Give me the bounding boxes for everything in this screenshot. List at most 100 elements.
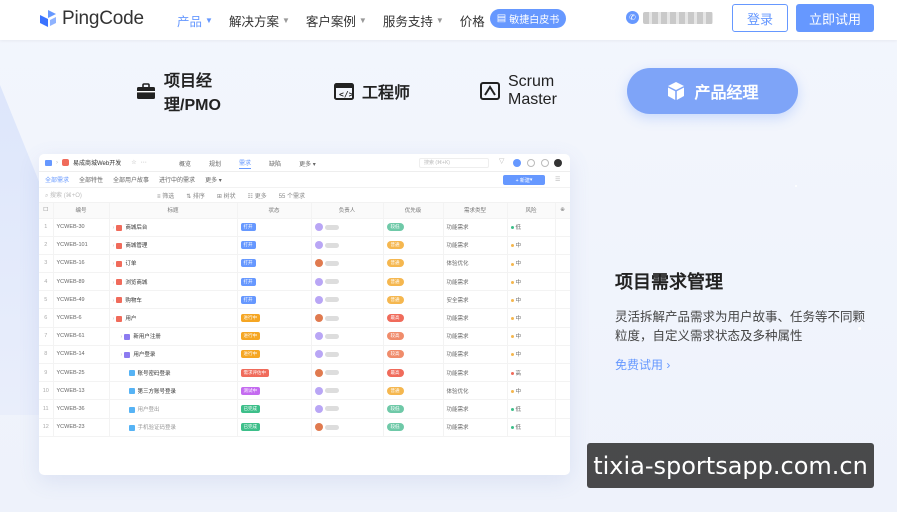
risk-cell[interactable]: 中: [507, 327, 556, 346]
filter-icon[interactable]: ▽: [499, 157, 507, 165]
assignee-cell[interactable]: [311, 254, 384, 274]
more-button[interactable]: ☷ 更多: [248, 191, 267, 200]
requirement-title-cell[interactable]: 用户登出: [109, 399, 238, 419]
expand-arrow-icon[interactable]: ›: [113, 316, 115, 322]
priority-cell[interactable]: 普通: [383, 381, 444, 401]
table-row[interactable]: 7 YCWEB-61 › 新用户注册 进行中 较高 功能需求中: [39, 327, 570, 346]
priority-cell[interactable]: 普通: [383, 272, 444, 292]
avatar[interactable]: [554, 159, 562, 167]
sort-button[interactable]: ⇅ 排序: [186, 191, 205, 200]
requirement-title-cell[interactable]: 手机验证码登录: [109, 418, 238, 437]
tab-engineer[interactable]: </> 工程师: [334, 68, 410, 114]
table-row[interactable]: 9 YCWEB-25 账号密码登录 需求评估中 最高 功能需求高: [39, 363, 570, 383]
status-cell[interactable]: 打开: [237, 254, 312, 274]
tab-more[interactable]: 更多 ▾: [299, 159, 316, 168]
requirement-title-cell[interactable]: › 商城管理: [109, 236, 238, 255]
tab-plan[interactable]: 规划: [209, 159, 221, 168]
requirement-title-cell[interactable]: › 订单: [109, 254, 238, 274]
table-row[interactable]: 11 YCWEB-36 用户登出 已完成 较低 功能需求低: [39, 399, 570, 419]
requirement-title-cell[interactable]: 第三方账号登录: [109, 381, 238, 401]
project-name[interactable]: 易成商城Web开发: [73, 158, 121, 167]
status-cell[interactable]: 打开: [237, 290, 312, 310]
column-header[interactable]: 编号: [53, 203, 110, 219]
assignee-cell[interactable]: [311, 345, 384, 365]
nav-item-products[interactable]: 产品 ▼: [177, 11, 213, 30]
select-all-checkbox[interactable]: ☐: [39, 203, 54, 219]
column-header[interactable]: 需求类型: [443, 203, 508, 219]
risk-cell[interactable]: 低: [507, 418, 556, 437]
table-row[interactable]: 6 YCWEB-6 › 用户 进行中 最高 功能需求中: [39, 308, 570, 328]
priority-cell[interactable]: 较低: [383, 218, 444, 237]
risk-cell[interactable]: 中: [507, 308, 556, 328]
requirement-title-cell[interactable]: 账号密码登录: [109, 363, 238, 383]
add-icon[interactable]: [513, 159, 521, 167]
filter-button[interactable]: ≡ 筛选: [157, 191, 174, 200]
requirement-title-cell[interactable]: › 用户: [109, 308, 238, 328]
column-header[interactable]: 状态: [237, 203, 312, 219]
requirement-title-cell[interactable]: › 商城后台: [109, 218, 238, 237]
priority-cell[interactable]: 较低: [383, 399, 444, 419]
view-all-requirements[interactable]: 全部需求: [45, 175, 69, 184]
view-all-stories[interactable]: 全部用户故事: [113, 175, 149, 184]
risk-cell[interactable]: 高: [507, 363, 556, 383]
assignee-cell[interactable]: [311, 290, 384, 310]
assignee-cell[interactable]: [311, 399, 384, 419]
status-cell[interactable]: 需求评估中: [237, 363, 312, 383]
status-cell[interactable]: 进行中: [237, 308, 312, 328]
view-more[interactable]: 更多 ▾: [205, 175, 222, 184]
assignee-cell[interactable]: [311, 308, 384, 328]
tree-button[interactable]: ⊞ 树状: [217, 191, 236, 200]
nav-item-cases[interactable]: 客户案例 ▼: [306, 11, 367, 30]
risk-cell[interactable]: 中: [507, 345, 556, 365]
table-row[interactable]: 5 YCWEB-49 › 购物车 打开 普通 安全需求中: [39, 290, 570, 310]
requirement-title-cell[interactable]: › 用户登录: [109, 345, 238, 365]
status-cell[interactable]: 打开: [237, 272, 312, 292]
logo[interactable]: PingCode: [38, 8, 144, 30]
priority-cell[interactable]: 最高: [383, 363, 444, 383]
column-header[interactable]: 风险: [507, 203, 556, 219]
priority-cell[interactable]: 较高: [383, 345, 444, 365]
column-header[interactable]: 标题: [109, 203, 238, 219]
assignee-cell[interactable]: [311, 272, 384, 292]
status-cell[interactable]: 进行中: [237, 327, 312, 346]
risk-cell[interactable]: 中: [507, 236, 556, 255]
priority-cell[interactable]: 普通: [383, 290, 444, 310]
status-cell[interactable]: 进行中: [237, 345, 312, 365]
new-requirement-button[interactable]: + 新建 ▾: [503, 175, 545, 185]
assignee-cell[interactable]: [311, 363, 384, 383]
expand-arrow-icon[interactable]: ›: [121, 352, 123, 358]
expand-arrow-icon[interactable]: ›: [113, 225, 115, 231]
tab-product-manager[interactable]: 产品经理: [627, 68, 798, 114]
table-search-input[interactable]: ⌕ 搜索 (⌘+O): [45, 190, 145, 200]
column-header[interactable]: 负责人: [311, 203, 384, 219]
tab-defects[interactable]: 缺陷: [269, 159, 281, 168]
tab-requirements[interactable]: 需求: [239, 158, 252, 169]
priority-cell[interactable]: 较低: [383, 418, 444, 437]
status-cell[interactable]: 测试中: [237, 381, 312, 401]
table-row[interactable]: 4 YCWEB-89 › 浏览商城 打开 普通 功能需求中: [39, 272, 570, 292]
expand-arrow-icon[interactable]: ›: [113, 243, 115, 249]
nav-item-pricing[interactable]: 价格: [460, 11, 485, 30]
requirement-title-cell[interactable]: › 购物车: [109, 290, 238, 310]
nav-item-solutions[interactable]: 解决方案 ▼: [229, 11, 290, 30]
table-row[interactable]: 10 YCWEB-13 第三方账号登录 测试中 普通 体验优化中: [39, 381, 570, 401]
tab-scrum-master[interactable]: Scrum Master: [480, 68, 604, 114]
phone-contact[interactable]: ✆: [626, 11, 713, 24]
bell-icon[interactable]: [541, 159, 549, 167]
assignee-cell[interactable]: [311, 381, 384, 401]
tab-overview[interactable]: 概览: [179, 159, 191, 168]
priority-cell[interactable]: 较高: [383, 327, 444, 346]
requirement-title-cell[interactable]: › 浏览商城: [109, 272, 238, 292]
column-header[interactable]: 优先级: [383, 203, 444, 219]
requirement-title-cell[interactable]: › 新用户注册: [109, 327, 238, 346]
risk-cell[interactable]: 中: [507, 290, 556, 310]
star-icon[interactable]: ☆: [131, 159, 136, 166]
view-all-features[interactable]: 全部特性: [79, 175, 103, 184]
table-row[interactable]: 1 YCWEB-30 › 商城后台 打开 较低 功能需求低: [39, 218, 570, 237]
priority-cell[interactable]: 普通: [383, 254, 444, 274]
risk-cell[interactable]: 中: [507, 272, 556, 292]
login-button[interactable]: 登录: [732, 4, 788, 32]
risk-cell[interactable]: 低: [507, 218, 556, 237]
priority-cell[interactable]: 普通: [383, 236, 444, 255]
risk-cell[interactable]: 中: [507, 381, 556, 401]
